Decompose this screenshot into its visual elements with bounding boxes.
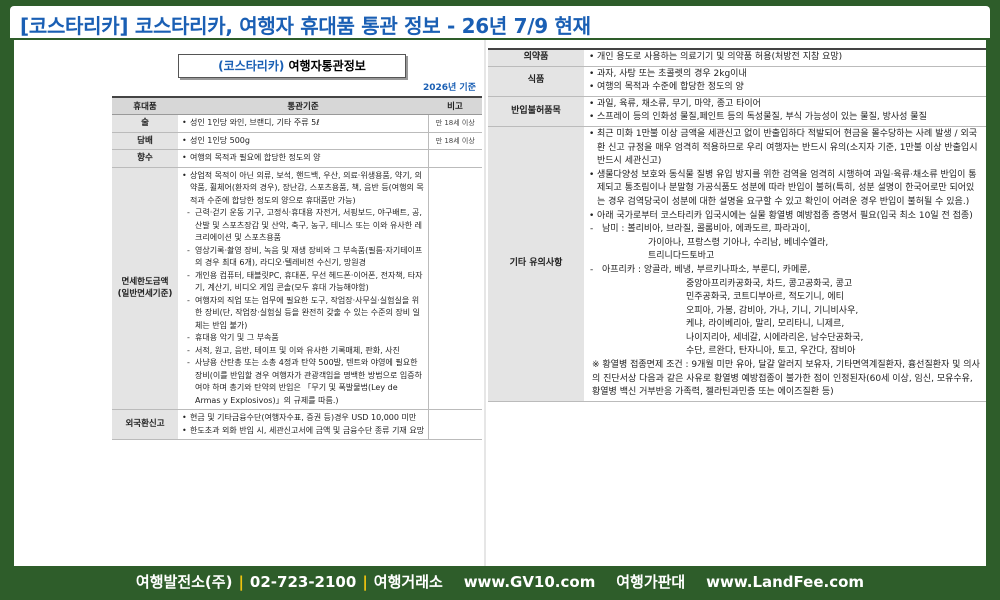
footer-company: 여행발전소(주) — [135, 573, 233, 591]
page-title: [코스타리카] 코스타리카, 여행자 휴대품 통관 정보 - 26년 7/9 현… — [20, 14, 591, 38]
document-area: (코스타리카) 여행자통관정보 2026년 기준 휴대품 통관기준 비고 술성인… — [14, 40, 986, 566]
item-list: 성인 1인당 와인, 브랜디, 기타 주류 5ℓ — [181, 117, 425, 130]
column-header: 비고 — [428, 96, 482, 115]
table-row: 면세한도금액 (일반면세기준)상업적 목적이 아닌 의류, 보석, 핸드백, 우… — [112, 167, 482, 410]
item-list: 현금 및 기타금융수단(여행자수표, 증권 등)경우 USD 10,000 미만… — [181, 412, 425, 437]
list-item: 한도초과 외화 반입 시, 세관신고서에 금액 및 금융수단 종류 기재 요망 — [181, 425, 425, 438]
list-item: 스프레이 등의 인화성 물질,페인트 등의 독성물질, 부식 가능성이 있는 물… — [588, 111, 982, 125]
row-category: 담배 — [112, 132, 178, 150]
list-item: 과자, 사탕 또는 초콜렛의 경우 2kg이내 — [588, 68, 982, 82]
doc-title-text: 여행자통관정보 — [284, 59, 366, 73]
column-header: 휴대품 — [112, 96, 178, 115]
list-item: 여행의 목적과 필요에 합당한 정도의 양 — [181, 152, 425, 165]
row-content: 과일, 육류, 채소류, 무기, 마약, 종고 타이어스프레이 등의 인화성 물… — [584, 96, 986, 127]
list-item: 아래 국가로부터 코스타리카 입국시에는 실물 황열병 예방접종 증명서 필요(… — [588, 210, 982, 224]
list-item: ※ 황열병 접종면제 조건 : 9개월 미만 유아, 달걀 알러지 보유자, 기… — [592, 360, 980, 398]
list-item: 과일, 육류, 채소류, 무기, 마약, 종고 타이어 — [588, 98, 982, 112]
row-category: 술 — [112, 114, 178, 133]
footer-brand-2: 여행가판대 — [616, 573, 686, 591]
row-content: 현금 및 기타금융수단(여행자수표, 증권 등)경우 USD 10,000 미만… — [178, 409, 428, 440]
table-row: 술성인 1인당 와인, 브랜디, 기타 주류 5ℓ만 18세 이상 — [112, 114, 482, 133]
row-category: 기타 유의사항 — [488, 126, 584, 402]
list-item: 남미 : 볼리비아, 브라질, 콜롬비아, 에콰도르, 파라과이, — [588, 223, 982, 237]
row-content: 과자, 사탕 또는 초콜렛의 경우 2kg이내여행의 목적과 수준에 합당한 정… — [584, 66, 986, 97]
doc-title-country: (코스타리카) — [218, 59, 285, 73]
table-row: 향수여행의 목적과 필요에 합당한 정도의 양 — [112, 149, 482, 168]
table-row: 의약품 개인 용도로 사용하는 의료기기 및 의약품 허용(처방전 지참 요망) — [488, 47, 986, 67]
list-item: 휴대용 악기 및 그 부속품 — [181, 332, 425, 345]
customs-table-left: 휴대품 통관기준 비고 술성인 1인당 와인, 브랜디, 기타 주류 5ℓ만 1… — [112, 96, 482, 440]
list-item: 최근 미화 1만불 이상 금액을 세관신고 없이 반출입하다 적발되어 현금을 … — [588, 128, 982, 169]
row-content: 성인 1인당 와인, 브랜디, 기타 주류 5ℓ — [178, 114, 428, 133]
row-content: 여행의 목적과 필요에 합당한 정도의 양 — [178, 149, 428, 168]
item-list: 여행의 목적과 필요에 합당한 정도의 양 — [181, 152, 425, 165]
list-item: 성인 1인당 와인, 브랜디, 기타 주류 5ℓ — [181, 117, 425, 130]
table-row: 외국환신고현금 및 기타금융수단(여행자수표, 증권 등)경우 USD 10,0… — [112, 409, 482, 440]
list-item: 생물다양성 보호와 동식물 질병 유입 방지를 위한 검역을 엄격히 시행하여 … — [588, 169, 982, 210]
list-item: 서적, 원고, 음반, 테이프 및 이와 유사한 기록매체, 판화, 사진 — [181, 345, 425, 358]
list-item: 사냥용 산탄총 또는 소총 4정과 탄약 500발, 텐트와 야영에 필요한 장… — [181, 357, 425, 407]
left-page: (코스타리카) 여행자통관정보 2026년 기준 휴대품 통관기준 비고 술성인… — [14, 40, 482, 566]
list-item: 여행의 목적과 수준에 합당한 정도의 양 — [588, 81, 982, 95]
footer-separator: | — [362, 573, 368, 591]
list-item: 여행자의 직업 또는 업무에 필요한 도구, 작업장·사무실·실험실을 위한 장… — [181, 295, 425, 333]
column-header: 통관기준 — [178, 96, 428, 115]
list-item: 수단, 르완다, 탄자니아, 토고, 우간다, 잠비아 — [686, 346, 856, 357]
row-category: 면세한도금액 (일반면세기준) — [112, 167, 178, 410]
row-note — [427, 409, 482, 440]
row-note: 만 18세 이상 — [427, 132, 482, 150]
doc-year: 2026년 기준 — [422, 83, 476, 93]
list-item: 가이아나, 프랑스령 기아나, 수리남, 베네수엘라, — [648, 237, 829, 248]
row-category: 반입불허품목 — [488, 96, 584, 127]
list-item: 오피아, 가봉, 감비아, 가나, 기니, 기니비사우, — [686, 305, 859, 316]
row-category: 외국환신고 — [112, 409, 178, 440]
row-content: 성인 1인당 500g — [178, 132, 428, 150]
list-item: 성인 1인당 500g — [181, 135, 425, 148]
page-divider — [484, 40, 486, 566]
footer-site-link[interactable]: www.GV10.com — [464, 573, 596, 591]
list-item: 민주공화국, 코트디부아르, 적도기니, 에티 — [686, 292, 844, 303]
footer-phone: 02-723-2100 — [249, 573, 357, 591]
table-row: 기타 유의사항최근 미화 1만불 이상 금액을 세관신고 없이 반출입하다 적발… — [488, 126, 986, 402]
list-item: 나이지리아, 세네갈, 시에라리온, 남수단공화국, — [686, 332, 864, 343]
row-content: 최근 미화 1만불 이상 금액을 세관신고 없이 반출입하다 적발되어 현금을 … — [584, 126, 986, 402]
item-list: 개인 용도로 사용하는 의료기기 및 의약품 허용(처방전 지참 요망) — [588, 51, 982, 65]
table-row: 담배성인 1인당 500g만 18세 이상 — [112, 132, 482, 150]
row-note — [427, 167, 482, 410]
item-list: 최근 미화 1만불 이상 금액을 세관신고 없이 반출입하다 적발되어 현금을 … — [588, 128, 982, 400]
customs-table-right: 의약품 개인 용도로 사용하는 의료기기 및 의약품 허용(처방전 지참 요망) 식… — [488, 47, 986, 402]
list-item: 영상기록·촬영 장비, 녹음 및 재생 장비와 그 부속품(필름·자기테이프의 … — [181, 245, 425, 270]
list-item: 상업적 목적이 아닌 의류, 보석, 핸드백, 우산, 의료·위생용품, 약기,… — [181, 170, 425, 208]
table-row: 반입불허품목과일, 육류, 채소류, 무기, 마약, 종고 타이어스프레이 등의… — [488, 96, 986, 127]
row-category: 향수 — [112, 149, 178, 168]
row-note: 만 18세 이상 — [427, 114, 482, 133]
table-row: 식품과자, 사탕 또는 초콜렛의 경우 2kg이내여행의 목적과 수준에 합당한… — [488, 66, 986, 97]
row-content: 상업적 목적이 아닌 의류, 보석, 핸드백, 우산, 의료·위생용품, 약기,… — [178, 167, 428, 410]
row-category: 의약품 — [488, 47, 584, 67]
footer: 여행발전소(주) | 02-723-2100 | 여행거래소 www.GV10.com … — [0, 568, 1000, 598]
list-item: 현금 및 기타금융수단(여행자수표, 증권 등)경우 USD 10,000 미만 — [181, 412, 425, 425]
footer-brand: 여행거래소 — [373, 573, 443, 591]
item-list: 과자, 사탕 또는 초콜렛의 경우 2kg이내여행의 목적과 수준에 합당한 정… — [588, 68, 982, 95]
item-list: 과일, 육류, 채소류, 무기, 마약, 종고 타이어스프레이 등의 인화성 물… — [588, 98, 982, 125]
list-item: 트리니다드토바고 — [648, 251, 715, 262]
list-item: 아프리카 : 앙골라, 베냉, 부르키나파소, 부룬디, 카메룬, — [588, 264, 982, 278]
header-bar: [코스타리카] 코스타리카, 여행자 휴대품 통관 정보 - 26년 7/9 현… — [10, 6, 990, 38]
list-item: 개인용 컴퓨터, 태블릿PC, 휴대폰, 무선 헤드폰·이어폰, 전자책, 타자… — [181, 270, 425, 295]
right-page: 의약품 개인 용도로 사용하는 의료기기 및 의약품 허용(처방전 지참 요망) 식… — [488, 40, 986, 566]
row-content: 개인 용도로 사용하는 의료기기 및 의약품 허용(처방전 지참 요망) — [584, 47, 986, 67]
doc-title: (코스타리카) 여행자통관정보 — [178, 54, 406, 78]
footer-site-link-2[interactable]: www.LandFee.com — [706, 573, 864, 591]
row-note — [427, 149, 482, 168]
list-item: 중앙아프리카공화국, 차드, 콩고공화국, 콩고 — [686, 278, 853, 289]
item-list: 상업적 목적이 아닌 의류, 보석, 핸드백, 우산, 의료·위생용품, 약기,… — [181, 170, 425, 408]
list-item: 근력·걷기 운동 기구, 고정식·휴대용 자전거, 서핑보드, 야구배트, 공,… — [181, 207, 425, 245]
list-item: 개인 용도로 사용하는 의료기기 및 의약품 허용(처방전 지참 요망) — [588, 51, 982, 65]
row-category: 식품 — [488, 66, 584, 97]
item-list: 성인 1인당 500g — [181, 135, 425, 148]
list-item: 케냐, 라이베리아, 말리, 모리타니, 니제르, — [686, 319, 845, 330]
footer-separator: | — [238, 573, 244, 591]
